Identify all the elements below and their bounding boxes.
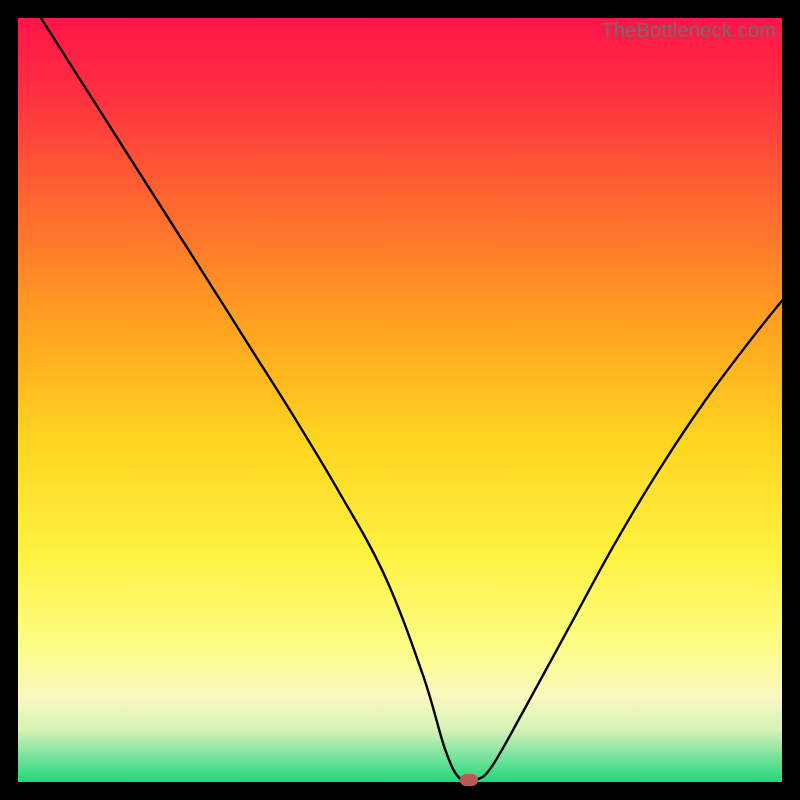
bottleneck-plot [18,18,782,782]
gradient-background [18,18,782,782]
optimal-point-marker [460,774,478,786]
chart-frame: TheBottleneck.com [18,18,782,782]
watermark-text: TheBottleneck.com [601,20,776,43]
